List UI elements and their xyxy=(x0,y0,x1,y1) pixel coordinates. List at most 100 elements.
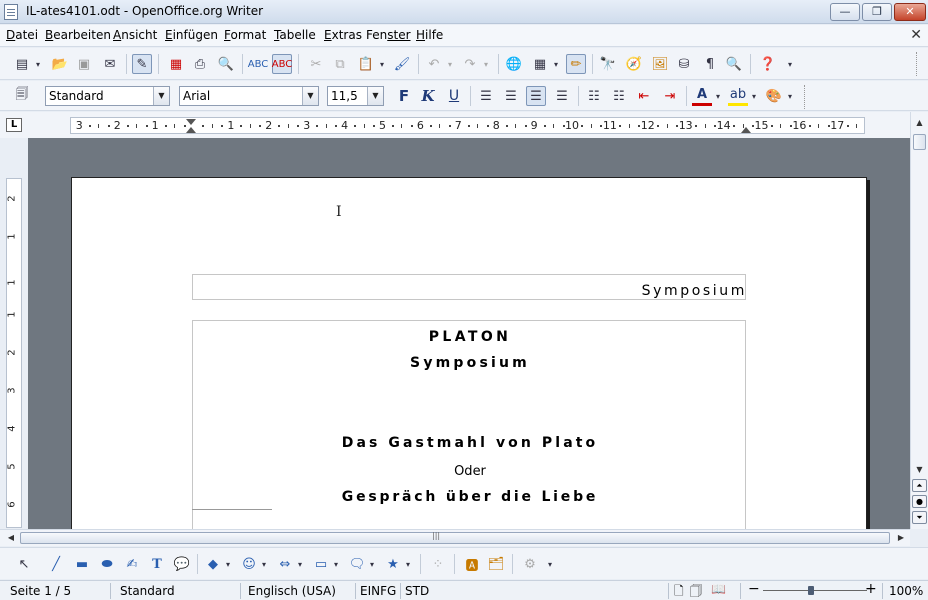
font-color-dropdown-icon[interactable]: ▾ xyxy=(712,86,724,106)
text-body[interactable]: PLATON Symposium Das Gastmahl von Plato … xyxy=(192,320,746,529)
highlighting-dropdown-icon[interactable]: ▾ xyxy=(748,86,760,106)
horizontal-scrollbar[interactable]: ◀ ||| ▶ xyxy=(0,529,910,546)
formatting-marks-icon[interactable]: ¶ xyxy=(700,54,720,74)
points-icon[interactable]: ⁘ xyxy=(428,554,448,574)
ellipse-icon[interactable]: ⬬ xyxy=(97,554,117,574)
vertical-scroll-thumb[interactable] xyxy=(913,134,926,150)
zoom-slider-knob[interactable] xyxy=(808,586,814,595)
vertical-scrollbar[interactable]: ▲ ▼ ⏶ ● ⏷ xyxy=(910,112,928,529)
basic-shapes-dropdown-icon[interactable]: ▾ xyxy=(222,554,234,574)
paste-icon[interactable]: 📋 xyxy=(356,54,376,74)
toolbar-overflow-icon[interactable] xyxy=(804,85,812,109)
minimize-button[interactable]: — xyxy=(830,3,860,21)
callouts-dropdown-icon[interactable]: ▾ xyxy=(366,554,378,574)
font-name-combo[interactable]: Arial ▼ xyxy=(179,86,319,106)
text-tool-icon[interactable]: T xyxy=(147,554,167,574)
export-pdf-icon[interactable]: ▦ xyxy=(166,54,186,74)
save-icon[interactable]: ▣ xyxy=(74,54,94,74)
help-icon[interactable]: ❓ xyxy=(758,54,778,74)
undo-icon[interactable]: ↶ xyxy=(424,54,444,74)
line-icon[interactable]: ╱ xyxy=(46,554,66,574)
freeform-icon[interactable]: ✍ xyxy=(122,554,142,574)
email-icon[interactable]: ✉ xyxy=(100,54,120,74)
table-dropdown-icon[interactable]: ▾ xyxy=(550,54,562,74)
select-arrow-icon[interactable]: ↖ xyxy=(14,554,34,574)
previous-page-icon[interactable]: ⏶ xyxy=(912,479,927,492)
edit-file-icon[interactable]: ✎ xyxy=(132,54,152,74)
navigation-icon[interactable]: ● xyxy=(912,495,927,508)
menu-ansicht[interactable]: Ansicht xyxy=(113,28,157,42)
book-view-icon[interactable]: 📖 xyxy=(711,582,726,596)
multi-page-view-icon[interactable]: 🗍 xyxy=(690,582,702,600)
menu-tabelle[interactable]: Tabelle xyxy=(274,28,316,42)
decrease-indent-icon[interactable]: ⇤ xyxy=(634,86,654,106)
toolbar-options-icon[interactable]: ▾ xyxy=(784,54,796,74)
flowchart-icon[interactable]: ▭ xyxy=(311,554,331,574)
underline-icon[interactable]: U xyxy=(444,86,464,106)
extrusion-icon[interactable]: ⚙ xyxy=(520,554,540,574)
stars-icon[interactable]: ★ xyxy=(383,554,403,574)
fontwork-gallery-icon[interactable]: 🅰 xyxy=(462,554,482,574)
numbering-icon[interactable]: ☷ xyxy=(584,86,604,106)
print-icon[interactable]: ⎙ xyxy=(190,54,210,74)
chevron-down-icon[interactable]: ▼ xyxy=(153,87,169,105)
stars-dropdown-icon[interactable]: ▾ xyxy=(402,554,414,574)
scroll-down-icon[interactable]: ▼ xyxy=(913,463,926,477)
data-sources-icon[interactable]: ⛁ xyxy=(674,54,694,74)
horizontal-ruler[interactable]: 3 2 1 1 2 3 4 5 6 7 8 9 10 11 12 13 14 15 16 17 xyxy=(70,117,865,134)
vertical-ruler[interactable]: 2 1 1 1 2 3 4 5 6 xyxy=(6,178,22,528)
font-color-icon[interactable]: A xyxy=(692,86,712,106)
flowchart-dropdown-icon[interactable]: ▾ xyxy=(330,554,342,574)
align-right-icon[interactable]: ☰ xyxy=(526,86,546,106)
font-size-combo[interactable]: 11,5 ▼ xyxy=(327,86,384,106)
menu-fenster[interactable]: Fenster xyxy=(366,28,411,42)
gallery-icon[interactable]: 🖼 xyxy=(650,54,670,74)
block-arrows-dropdown-icon[interactable]: ▾ xyxy=(294,554,306,574)
zoom-in-icon[interactable]: + xyxy=(865,581,877,597)
show-draw-functions-icon[interactable]: ✏ xyxy=(566,54,586,74)
from-file-icon[interactable]: 🗂 xyxy=(486,554,506,574)
chevron-down-icon[interactable]: ▼ xyxy=(302,87,318,105)
block-arrows-icon[interactable]: ⇔ xyxy=(275,554,295,574)
redo-icon[interactable]: ↷ xyxy=(460,54,480,74)
zoom-out-icon[interactable]: − xyxy=(748,581,760,597)
tab-type-selector[interactable]: L xyxy=(6,118,22,132)
left-indent-marker[interactable] xyxy=(186,127,196,133)
find-replace-icon[interactable]: 🔭 xyxy=(598,54,618,74)
align-center-icon[interactable]: ☰ xyxy=(501,86,521,106)
bullets-icon[interactable]: ☷ xyxy=(609,86,629,106)
align-left-icon[interactable]: ☰ xyxy=(476,86,496,106)
paragraph-style-combo[interactable]: Standard ▼ xyxy=(45,86,170,106)
format-paintbrush-icon[interactable]: 🖌 xyxy=(392,54,412,74)
menu-einfuegen[interactable]: Einfügen xyxy=(165,28,218,42)
horizontal-scroll-thumb[interactable] xyxy=(20,532,890,544)
styles-formatting-icon[interactable]: 🗐 xyxy=(12,86,32,106)
basic-shapes-icon[interactable]: ◆ xyxy=(203,554,223,574)
new-dropdown-icon[interactable]: ▾ xyxy=(32,54,44,74)
redo-dropdown-icon[interactable]: ▾ xyxy=(480,54,492,74)
navigator-icon[interactable]: 🧭 xyxy=(624,54,644,74)
document-page[interactable]: I Symposium PLATON Symposium Das Gastmah… xyxy=(71,177,867,529)
menu-hilfe[interactable]: Hilfe xyxy=(416,28,443,42)
toolbar-options-icon[interactable]: ▾ xyxy=(544,554,556,574)
page-indicator[interactable]: Seite 1 / 5 xyxy=(10,584,71,598)
background-color-dropdown-icon[interactable]: ▾ xyxy=(784,86,796,106)
next-page-icon[interactable]: ⏷ xyxy=(912,511,927,524)
undo-dropdown-icon[interactable]: ▾ xyxy=(444,54,456,74)
chevron-down-icon[interactable]: ▼ xyxy=(367,87,383,105)
language-indicator[interactable]: Englisch (USA) xyxy=(248,584,336,598)
bold-icon[interactable]: F xyxy=(394,86,414,106)
symbol-shapes-icon[interactable]: ☺ xyxy=(239,554,259,574)
menu-bearbeiten[interactable]: Bearbeiten xyxy=(45,28,111,42)
scroll-right-icon[interactable]: ▶ xyxy=(894,531,908,545)
copy-icon[interactable]: ⧉ xyxy=(330,54,350,74)
toolbar-overflow-icon[interactable] xyxy=(916,52,924,76)
rectangle-icon[interactable]: ▬ xyxy=(72,554,92,574)
new-document-icon[interactable]: ▤ xyxy=(12,54,32,74)
document-canvas[interactable]: I Symposium PLATON Symposium Das Gastmah… xyxy=(28,138,910,529)
page-style-indicator[interactable]: Standard xyxy=(120,584,175,598)
insert-mode-indicator[interactable]: EINFG xyxy=(360,584,396,598)
close-window-button[interactable]: ✕ xyxy=(894,3,926,21)
menu-extras[interactable]: Extras xyxy=(324,28,362,42)
first-line-indent-marker[interactable] xyxy=(186,119,196,125)
